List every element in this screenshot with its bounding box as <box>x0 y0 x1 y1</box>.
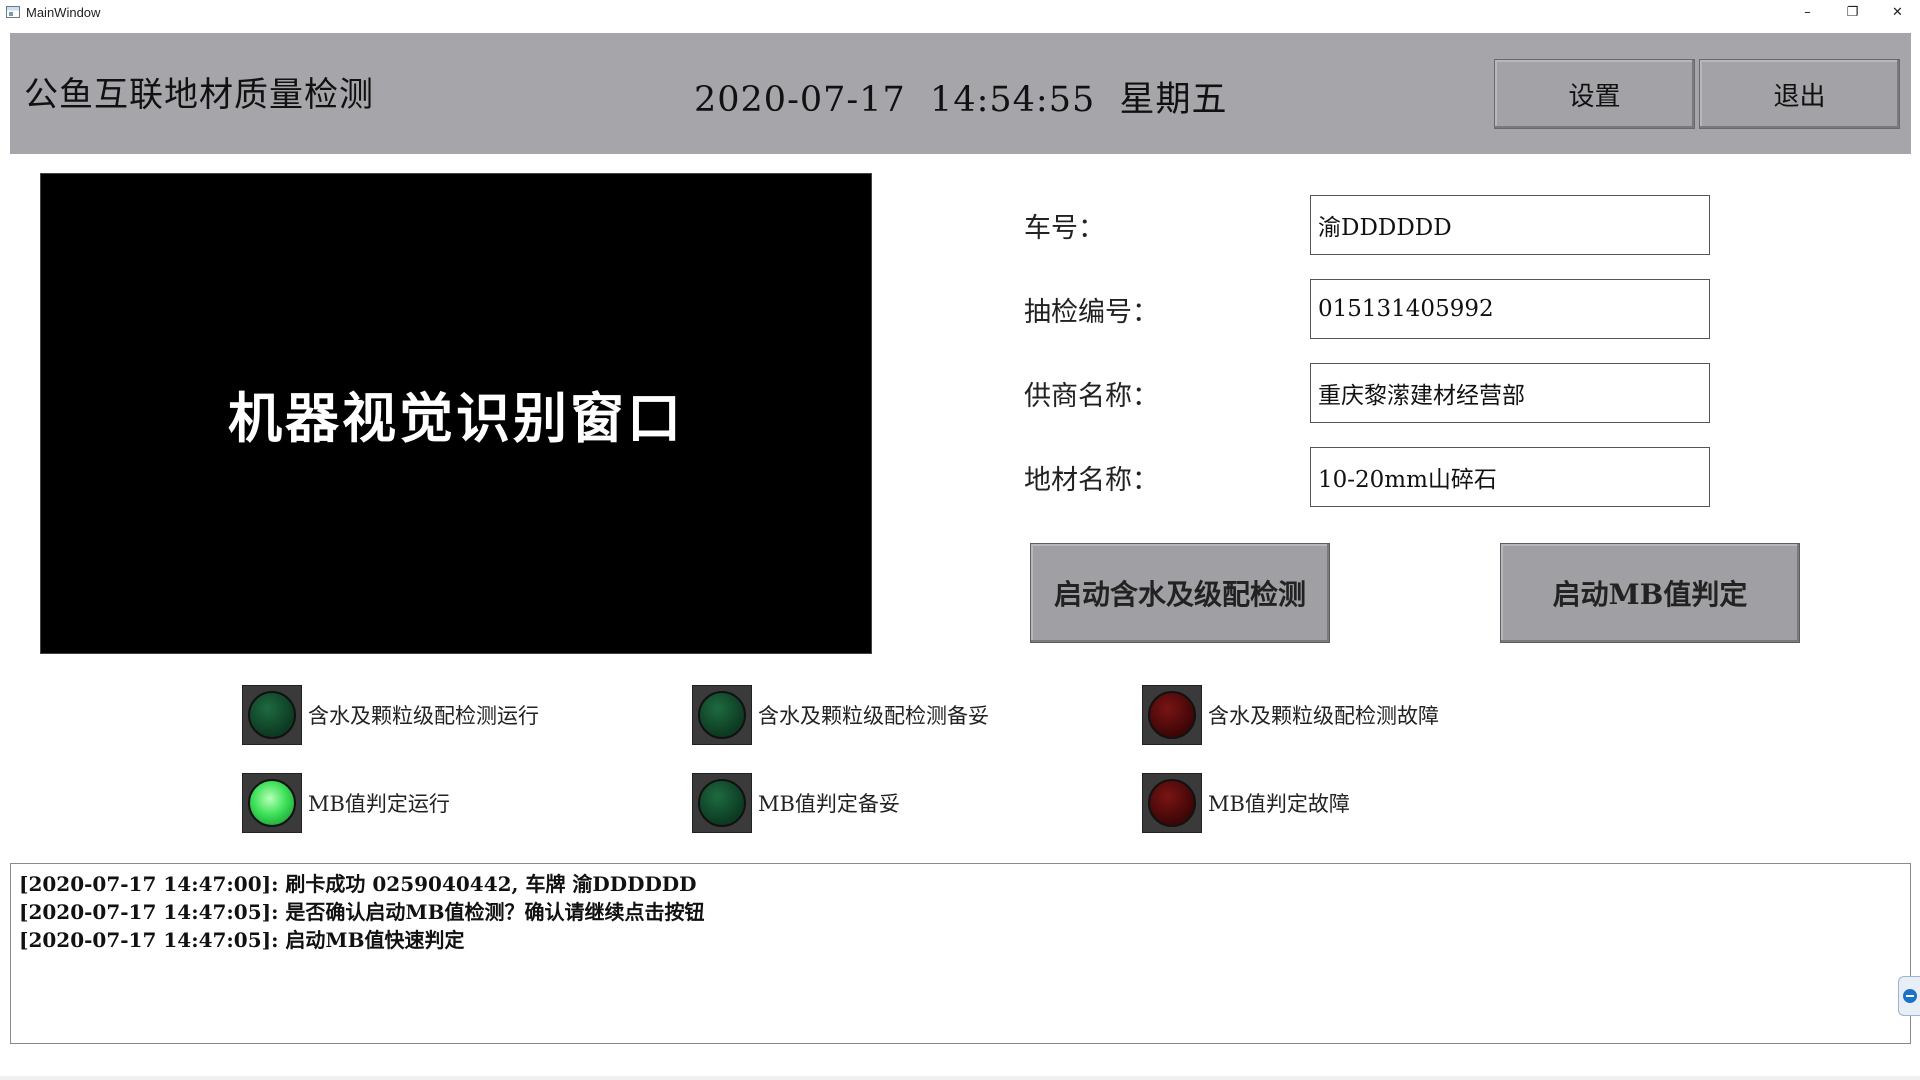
vehicle-label: 车号： <box>1024 213 1105 244</box>
header-panel: 公鱼互联地材质量检测 2020-07-17 14:54:55 星期五 设置 退出 <box>10 33 1911 154</box>
remote-assist-icon <box>1902 989 1917 1003</box>
window-titlebar: MainWindow – ❐ ✕ <box>0 0 1920 24</box>
indicator-water-ready: 含水及颗粒级配检测备妥 <box>692 685 989 745</box>
log-textarea[interactable]: [2020-07-17 14:47:00]: 刷卡成功 0259040442, … <box>10 863 1911 1044</box>
indicator-mb-ready: MB值判定备妥 <box>692 773 900 833</box>
bulb <box>248 779 296 827</box>
indicator-label: MB值判定运行 <box>308 792 450 816</box>
datetime-display: 2020-07-17 14:54:55 星期五 <box>694 80 1228 120</box>
log-line: [2020-07-17 14:47:05]: 是否确认启动MB值检测？确认请继续… <box>19 900 705 924</box>
minimize-button[interactable]: – <box>1785 0 1830 24</box>
vehicle-input[interactable]: 渝DDDDDD <box>1310 195 1710 255</box>
remote-assist-tab[interactable] <box>1898 976 1920 1016</box>
lamp-icon <box>692 685 752 745</box>
lamp-icon <box>692 773 752 833</box>
start-water-grading-button[interactable]: 启动含水及级配检测 <box>1030 543 1330 643</box>
supplier-input[interactable]: 重庆黎潆建材经营部 <box>1310 363 1710 423</box>
supplier-label: 供商名称： <box>1024 381 1159 412</box>
indicator-water-running: 含水及颗粒级配检测运行 <box>242 685 539 745</box>
bulb <box>248 691 296 739</box>
close-button[interactable]: ✕ <box>1875 0 1920 24</box>
lamp-icon <box>1142 773 1202 833</box>
restore-button[interactable]: ❐ <box>1830 0 1875 24</box>
lamp-icon <box>1142 685 1202 745</box>
status-bar <box>0 1076 1920 1080</box>
lamp-icon <box>242 685 302 745</box>
app-name: 公鱼互联地材质量检测 <box>24 75 374 115</box>
window-title: MainWindow <box>26 4 101 20</box>
bulb <box>1148 779 1196 827</box>
bulb <box>698 779 746 827</box>
indicator-label: 含水及颗粒级配检测故障 <box>1208 704 1439 728</box>
lamp-icon <box>242 773 302 833</box>
sample-no-label: 抽检编号： <box>1024 297 1159 328</box>
app-icon <box>6 6 20 18</box>
indicator-mb-fault: MB值判定故障 <box>1142 773 1350 833</box>
start-mb-button[interactable]: 启动MB值判定 <box>1500 543 1800 643</box>
material-input[interactable]: 10-20mm山碎石 <box>1310 447 1710 507</box>
exit-button[interactable]: 退出 <box>1699 59 1900 129</box>
sample-no-input[interactable]: 015131405992 <box>1310 279 1710 339</box>
window-controls: – ❐ ✕ <box>1785 0 1920 24</box>
material-label: 地材名称： <box>1024 465 1159 496</box>
machine-vision-window: 机器视觉识别窗口 <box>40 173 872 654</box>
indicator-mb-running: MB值判定运行 <box>242 773 450 833</box>
indicator-label: 含水及颗粒级配检测运行 <box>308 704 539 728</box>
indicator-label: MB值判定备妥 <box>758 792 900 816</box>
indicator-label: MB值判定故障 <box>1208 792 1350 816</box>
indicator-water-fault: 含水及颗粒级配检测故障 <box>1142 685 1439 745</box>
indicator-label: 含水及颗粒级配检测备妥 <box>758 704 989 728</box>
settings-button[interactable]: 设置 <box>1494 59 1695 129</box>
log-line: [2020-07-17 14:47:00]: 刷卡成功 0259040442, … <box>19 872 697 896</box>
bulb <box>698 691 746 739</box>
machine-vision-label: 机器视觉识别窗口 <box>228 386 684 450</box>
log-line: [2020-07-17 14:47:05]: 启动MB值快速判定 <box>19 928 465 952</box>
bulb <box>1148 691 1196 739</box>
